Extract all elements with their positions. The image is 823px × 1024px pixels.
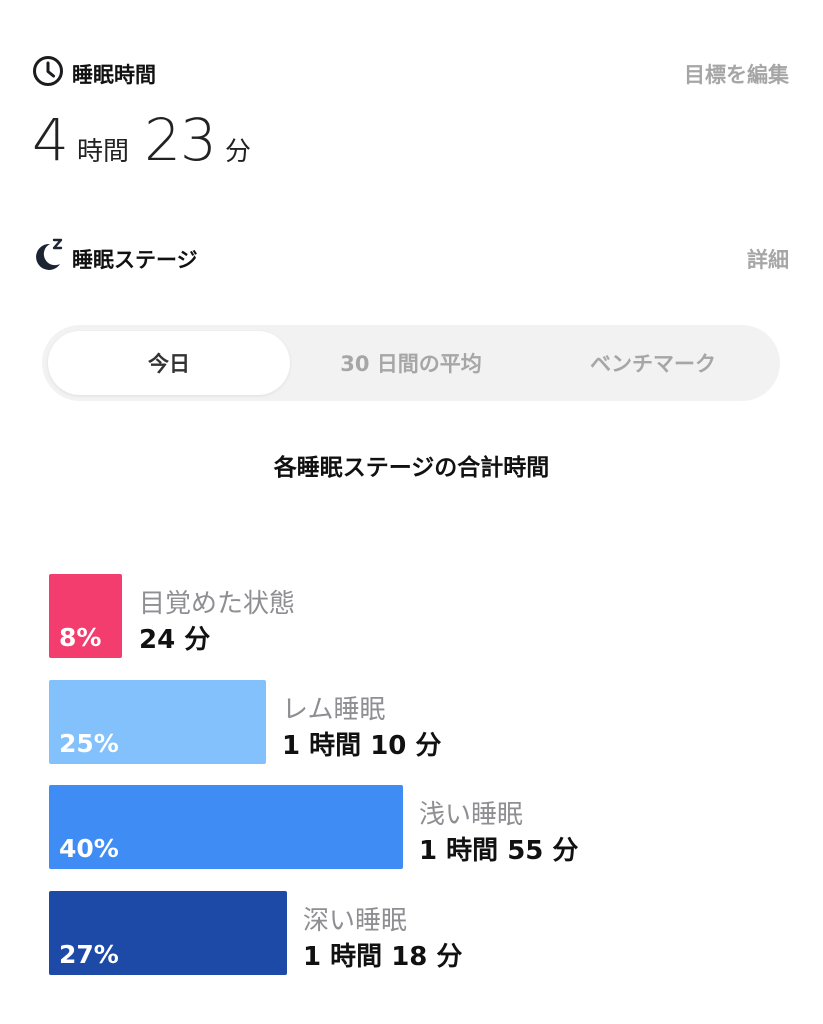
light-sleep-label: 浅い睡眠 (419, 800, 524, 830)
chart-title: 各睡眠ステージの合計時間 (273, 455, 550, 481)
deep-sleep-percent: 27% (59, 940, 119, 969)
sleep-stages-title: 睡眠ステージ (72, 248, 198, 272)
edit-goal-link[interactable]: 目標を編集 (684, 59, 789, 89)
sleep-duration: 4 時間 23 分 (32, 106, 251, 174)
rem-percent: 25% (59, 729, 119, 758)
sleep-minutes-unit: 分 (225, 137, 252, 167)
tab-30-day-average[interactable]: 30 日間の平均 (290, 348, 532, 378)
deep-sleep-bar: 27% (49, 891, 287, 975)
moon-zzz-icon (30, 236, 66, 272)
awake-duration: 24 分 (139, 625, 211, 655)
sleep-hours-value: 4 (32, 106, 69, 174)
clock-icon (32, 55, 64, 87)
rem-duration: 1 時間 10 分 (282, 731, 442, 761)
tab-today[interactable]: 今日 (48, 348, 290, 378)
details-link[interactable]: 詳細 (747, 244, 789, 274)
sleep-hours-unit: 時間 (77, 137, 130, 167)
awake-label: 目覚めた状態 (139, 589, 296, 619)
light-sleep-bar: 40% (49, 785, 403, 869)
tab-benchmark[interactable]: ベンチマーク (532, 348, 774, 378)
light-sleep-percent: 40% (59, 834, 119, 863)
light-sleep-duration: 1 時間 55 分 (419, 836, 579, 866)
sleep-time-title: 睡眠時間 (72, 63, 156, 87)
rem-bar: 25% (49, 680, 266, 764)
rem-label: レム睡眠 (282, 695, 386, 725)
deep-sleep-duration: 1 時間 18 分 (303, 942, 463, 972)
sleep-minutes-value: 23 (144, 106, 217, 174)
awake-bar: 8% (49, 574, 122, 658)
awake-percent: 8% (59, 623, 102, 652)
deep-sleep-label: 深い睡眠 (303, 906, 408, 936)
